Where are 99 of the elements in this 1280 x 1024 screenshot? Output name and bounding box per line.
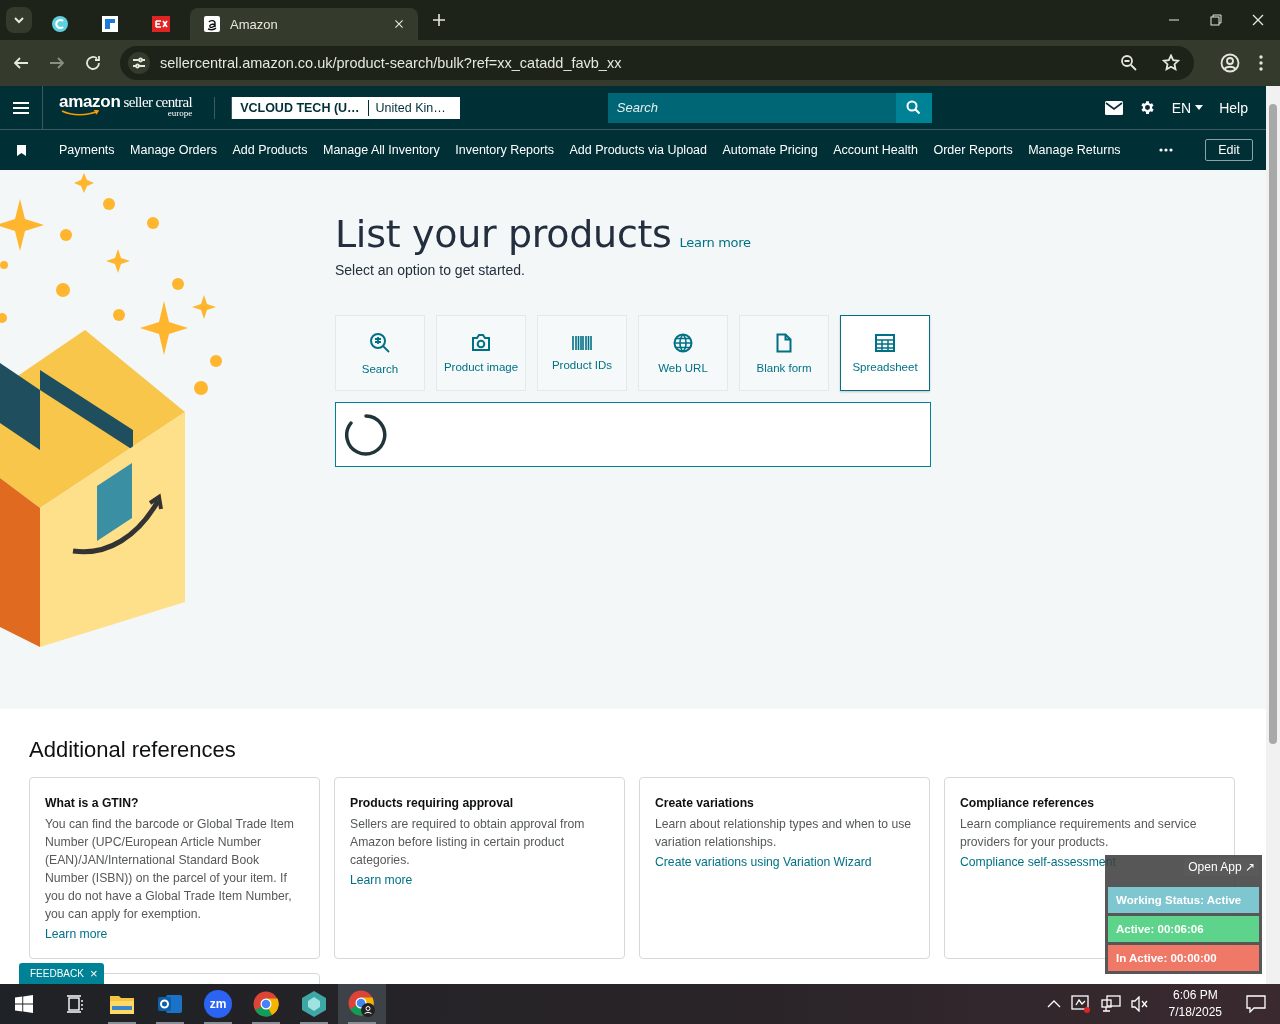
search-icon: [906, 100, 922, 115]
search-icon: [369, 331, 391, 354]
restore-icon[interactable]: [1210, 14, 1222, 26]
language-selector[interactable]: EN: [1171, 99, 1204, 116]
new-tab-icon[interactable]: [432, 13, 446, 27]
close-button[interactable]: ×: [89, 966, 98, 981]
card-description: Sellers are required to obtain approval from Amazon before listing in certain product categories.: [350, 816, 586, 869]
nav-link[interactable]: Manage All Inventory: [323, 143, 440, 157]
card-link[interactable]: Learn more: [350, 871, 609, 889]
mail-icon[interactable]: [1104, 100, 1123, 115]
marketplace-name: United Kin…: [374, 100, 447, 115]
edit-button[interactable]: Edit: [1205, 139, 1253, 161]
nav-link[interactable]: Account Health: [833, 143, 918, 157]
caret-icon: [1195, 105, 1204, 110]
favicon-icon: [204, 16, 220, 32]
account-name: VCLOUD TECH (U…: [239, 100, 361, 115]
page-subtitle: Select an option to get started.: [335, 262, 526, 278]
chrome-profile-icon: [348, 990, 376, 1018]
listing-option[interactable]: Search: [335, 315, 425, 391]
muted-speaker-icon[interactable]: [1130, 996, 1149, 1012]
task-view-icon[interactable]: [66, 995, 84, 1013]
section-title: Additional references: [29, 737, 237, 763]
nav-link[interactable]: Add Products: [232, 143, 308, 157]
cube-icon: [302, 991, 326, 1017]
url-text: sellercentral.amazon.co.uk/product-search/bulk?ref=xx_catadd_favb_xx: [160, 55, 623, 71]
address-bar[interactable]: sellercentral.amazon.co.uk/product-search/bulk?ref=xx_catadd_favb_xx: [120, 46, 1194, 80]
favicon-icon: [152, 16, 170, 32]
card-title: Compliance references: [960, 795, 1096, 812]
tab-search-button[interactable]: [6, 7, 32, 33]
listing-option[interactable]: Web URL: [638, 315, 728, 391]
learn-more-link[interactable]: Learn more: [679, 235, 751, 250]
status-row: Working Status: Active: [1108, 887, 1259, 913]
listing-option[interactable]: Product image: [436, 315, 526, 391]
favicon-icon: [52, 16, 68, 32]
card-title: Create variations: [655, 795, 755, 812]
document-icon: [776, 332, 792, 353]
search-input[interactable]: Search: [607, 99, 897, 116]
bookmark-star-icon[interactable]: [1162, 54, 1180, 72]
card-title: What is a GTIN?: [45, 795, 140, 812]
zoom-out-icon[interactable]: [1120, 54, 1138, 72]
system-clock[interactable]: 6:06 PM 7/18/2025: [1168, 987, 1222, 1021]
close-icon[interactable]: [1252, 14, 1264, 26]
taskbar-app[interactable]: zm: [194, 984, 242, 1024]
page-title: List your products: [335, 212, 672, 256]
reload-icon[interactable]: [84, 54, 102, 72]
nav-link[interactable]: Order Reports: [933, 143, 1013, 157]
nav-link[interactable]: Inventory Reports: [455, 143, 554, 157]
listing-option[interactable]: Spreadsheet: [840, 315, 930, 391]
zoom-app-icon: zm: [204, 990, 232, 1018]
favicon-icon: [102, 16, 118, 32]
feedback-button[interactable]: FEEDBACK: [30, 968, 84, 979]
barcode-icon: [572, 335, 592, 350]
smile-arrow-icon: [61, 110, 101, 116]
nav-link[interactable]: Payments: [59, 143, 115, 157]
globe-icon: [673, 332, 693, 353]
nav-link[interactable]: Manage Returns: [1028, 143, 1121, 157]
logo-wordmark: amazon: [59, 93, 121, 110]
notifications-icon[interactable]: [1246, 995, 1266, 1013]
menu-icon[interactable]: [13, 101, 29, 114]
profile-icon[interactable]: [1220, 53, 1240, 73]
listing-option[interactable]: Blank form: [739, 315, 829, 391]
settings-icon[interactable]: [1138, 99, 1156, 116]
more-menu-icon[interactable]: [1258, 54, 1264, 72]
camera-icon: [471, 333, 491, 352]
search-button[interactable]: [896, 92, 932, 123]
bookmark-icon[interactable]: [17, 144, 26, 156]
card-description: You can find the barcode or Global Trade Item Number (UPC/European Article Number (EAN)/JAN/International Standard Book Number (ISBN)) on the parcel of your item. If you do not have a Global Trade Item Number, you can apply for exemption.: [45, 816, 295, 923]
search-field[interactable]: Search: [607, 92, 932, 123]
nav-link[interactable]: Automate Pricing: [722, 143, 818, 157]
outlook-icon: [158, 993, 182, 1015]
card-link[interactable]: Learn more: [45, 925, 304, 943]
browser-tab[interactable]: Amazon: [190, 8, 418, 40]
status-row: Active: 00:06:06: [1108, 916, 1259, 942]
card-title: Products requiring approval: [350, 795, 515, 812]
chrome-icon: [253, 991, 279, 1017]
tab-title: Amazon: [230, 16, 278, 32]
card-description: Learn about relationship types and when to use variation relationships.: [655, 816, 913, 851]
scrollbar-thumb[interactable]: [1269, 104, 1277, 744]
nav-link[interactable]: Add Products via Upload: [569, 143, 707, 157]
more-icon[interactable]: [1159, 148, 1173, 152]
logo-region: europe: [167, 109, 193, 118]
listing-option[interactable]: Product IDs: [537, 315, 627, 391]
nav-link[interactable]: Manage Orders: [130, 143, 217, 157]
table-icon: [875, 333, 895, 352]
help-link[interactable]: Help: [1219, 99, 1248, 116]
windows-start-icon[interactable]: [15, 995, 33, 1013]
tab-close-icon[interactable]: [394, 19, 404, 29]
logo-product: seller central: [123, 95, 193, 110]
status-row: In Active: 00:00:00: [1108, 945, 1259, 971]
card-link[interactable]: Create variations using Variation Wizard: [655, 853, 914, 871]
card-description: Learn compliance requirements and service providers for your products.: [960, 816, 1198, 851]
network-icon[interactable]: [1100, 995, 1121, 1013]
taskbar-app[interactable]: [338, 984, 386, 1024]
explorer-icon: [110, 994, 134, 1014]
show-hidden-icons-icon[interactable]: [1046, 999, 1061, 1009]
site-settings-icon[interactable]: [128, 52, 150, 74]
tray-app-icon[interactable]: [1070, 995, 1091, 1013]
seller-central-logo[interactable]: amazon seller central europe: [59, 93, 193, 122]
account-selector[interactable]: VCLOUD TECH (U… United Kin…: [231, 96, 460, 119]
